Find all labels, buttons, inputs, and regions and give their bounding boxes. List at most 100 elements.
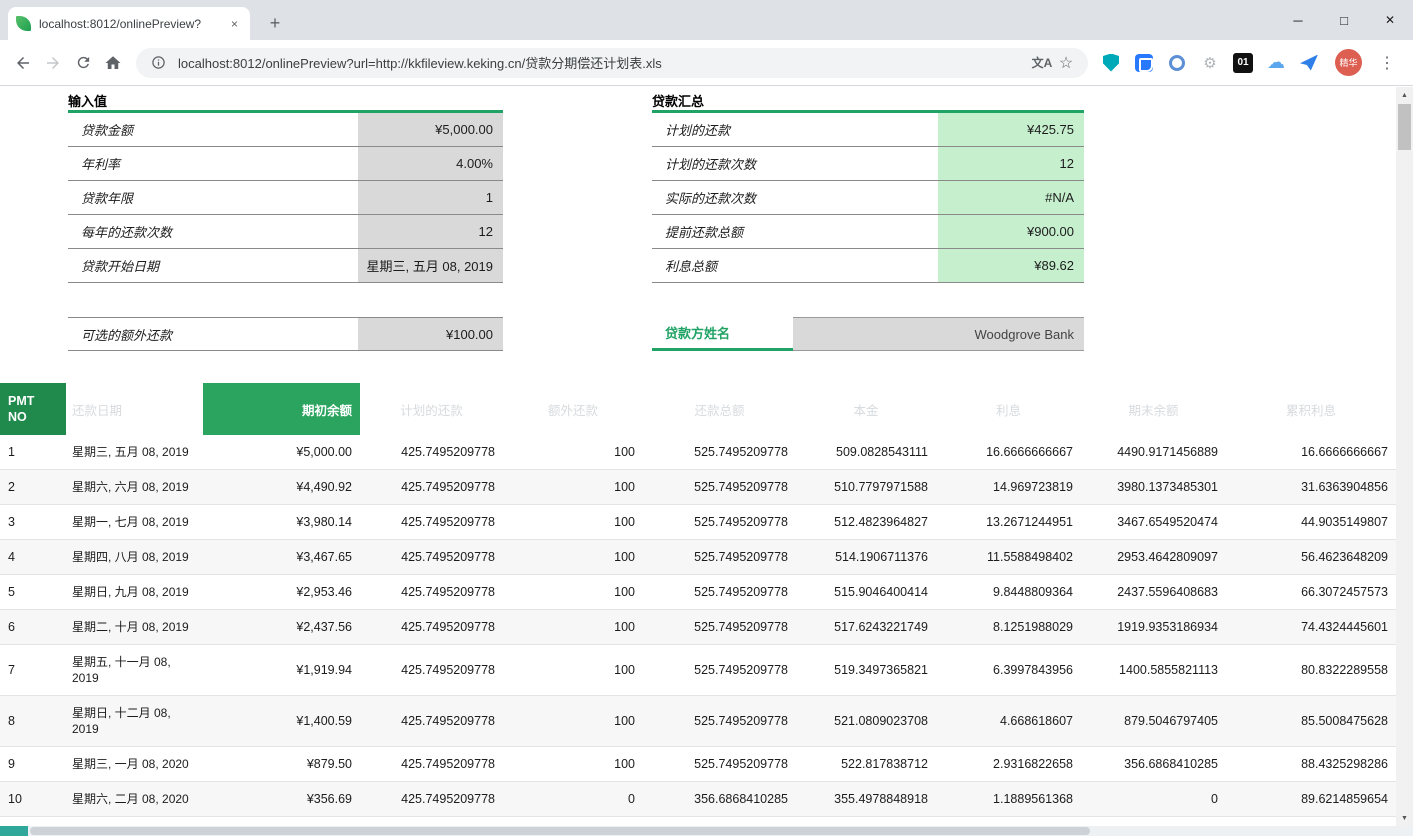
extra-payment-cell: 100 <box>503 663 643 677</box>
pmt-no-cell: 5 <box>0 585 66 599</box>
back-arrow-icon <box>14 54 32 72</box>
browser-tab[interactable]: localhost:8012/onlinePreview? × <box>8 7 250 40</box>
blue-square-extension-icon[interactable] <box>1133 52 1155 74</box>
pmt-no-cell: 6 <box>0 620 66 634</box>
input-row-payments-per-year: 每年的还款次数 12 <box>68 215 503 249</box>
scheduled-payment-cell: 425.7495209778 <box>360 585 503 599</box>
amortization-table: PMT NO 还款日期 期初余额 计划的还款 额外还款 还款总额 本金 利息 期… <box>0 383 1396 817</box>
close-button[interactable]: ✕ <box>1367 0 1413 40</box>
maximize-button[interactable]: □ <box>1321 0 1367 40</box>
new-tab-button[interactable]: + <box>262 10 288 36</box>
header-extra-payment: 额外还款 <box>503 383 643 435</box>
cloud-extension-icon[interactable]: ☁ <box>1265 52 1287 74</box>
scheduled-payment-cell: 425.7495209778 <box>360 620 503 634</box>
beginning-balance-cell: ¥2,437.56 <box>203 620 360 634</box>
table-row: 4 星期四, 八月 08, 2019 ¥3,467.65 425.7495209… <box>0 540 1396 575</box>
pmt-no-cell: 4 <box>0 550 66 564</box>
scheduled-payment-cell: 425.7495209778 <box>360 480 503 494</box>
interest-cell: 14.969723819 <box>936 480 1081 494</box>
payment-date-cell: 星期五, 十一月 08, 2019 <box>66 645 203 695</box>
extra-payment-cell: 100 <box>503 445 643 459</box>
pmt-no-cell: 9 <box>0 757 66 771</box>
gray-extension-icon[interactable]: ⚙ <box>1199 52 1221 74</box>
address-bar[interactable]: localhost:8012/onlinePreview?url=http://… <box>136 48 1088 78</box>
pmt-no-cell: 10 <box>0 792 66 806</box>
cumulative-interest-cell: 16.6666666667 <box>1226 445 1396 459</box>
tab-close-icon[interactable]: × <box>227 15 242 33</box>
ring-extension-icon[interactable] <box>1166 52 1188 74</box>
cumulative-interest-cell: 56.4623648209 <box>1226 550 1396 564</box>
cumulative-interest-cell: 85.5008475628 <box>1226 714 1396 728</box>
url-text[interactable]: localhost:8012/onlinePreview?url=http://… <box>178 53 1030 72</box>
principal-cell: 355.4978848918 <box>796 792 936 806</box>
vertical-scrollbar-thumb[interactable] <box>1398 104 1411 150</box>
extra-payment-cell: 100 <box>503 480 643 494</box>
principal-cell: 510.7797971588 <box>796 480 936 494</box>
header-total-payment: 还款总额 <box>643 383 796 435</box>
ending-balance-cell: 1919.9353186934 <box>1081 620 1226 634</box>
principal-cell: 515.9046400414 <box>796 585 936 599</box>
pmt-no-cell: 8 <box>0 714 66 728</box>
minimize-button[interactable]: ─ <box>1275 0 1321 40</box>
cumulative-interest-cell: 88.4325298286 <box>1226 757 1396 771</box>
total-payment-cell: 525.7495209778 <box>643 515 796 529</box>
interest-cell: 8.1251988029 <box>936 620 1081 634</box>
ending-balance-cell: 879.5046797405 <box>1081 714 1226 728</box>
payment-date-cell: 星期日, 九月 08, 2019 <box>66 575 203 609</box>
translate-icon[interactable]: 文A <box>1030 51 1054 75</box>
ending-balance-cell: 2953.4642809097 <box>1081 550 1226 564</box>
blue-bird-extension-icon[interactable] <box>1298 52 1320 74</box>
beginning-balance-cell: ¥3,467.65 <box>203 550 360 564</box>
loan-summary-section: 贷款汇总 计划的还款 ¥425.75 计划的还款次数 12 实际的还款次数 #N… <box>652 91 1084 351</box>
back-button[interactable] <box>8 48 38 78</box>
total-payment-cell: 525.7495209778 <box>643 714 796 728</box>
horizontal-scrollbar[interactable] <box>0 826 1413 836</box>
scheduled-payment-cell: 425.7495209778 <box>360 445 503 459</box>
beginning-balance-cell: ¥1,919.94 <box>203 663 360 677</box>
interest-cell: 16.6666666667 <box>936 445 1081 459</box>
profile-avatar[interactable]: 精华 <box>1335 49 1362 76</box>
principal-cell: 514.1906711376 <box>796 550 936 564</box>
page-info-icon[interactable] <box>146 51 170 75</box>
pmt-no-cell: 1 <box>0 445 66 459</box>
principal-cell: 519.3497365821 <box>796 663 936 677</box>
horizontal-scrollbar-thumb[interactable] <box>30 827 1090 835</box>
forward-button[interactable] <box>38 48 68 78</box>
input-row-annual-rate: 年利率 4.00% <box>68 147 503 181</box>
scheduled-payment-cell: 425.7495209778 <box>360 714 503 728</box>
beginning-balance-cell: ¥2,953.46 <box>203 585 360 599</box>
extra-payment-cell: 100 <box>503 585 643 599</box>
total-payment-cell: 525.7495209778 <box>643 663 796 677</box>
principal-cell: 522.817838712 <box>796 757 936 771</box>
total-payment-cell: 525.7495209778 <box>643 550 796 564</box>
beginning-balance-cell: ¥356.69 <box>203 792 360 806</box>
cumulative-interest-cell: 80.8322289558 <box>1226 663 1396 677</box>
vertical-scrollbar[interactable]: ▲ ▼ <box>1396 87 1413 826</box>
kkfileview-favicon-leaf-icon <box>16 16 31 31</box>
badge-01-extension-icon[interactable]: 01 <box>1232 52 1254 74</box>
pmt-no-cell: 7 <box>0 663 66 677</box>
total-payment-cell: 356.6868410285 <box>643 792 796 806</box>
amortization-table-body: 1 星期三, 五月 08, 2019 ¥5,000.00 425.7495209… <box>0 435 1396 817</box>
table-row: 5 星期日, 九月 08, 2019 ¥2,953.46 425.7495209… <box>0 575 1396 610</box>
summary-row-total-early-payment: 提前还款总额 ¥900.00 <box>652 215 1084 249</box>
beginning-balance-cell: ¥4,490.92 <box>203 480 360 494</box>
reload-button[interactable] <box>68 48 98 78</box>
table-row: 10 星期六, 二月 08, 2020 ¥356.69 425.74952097… <box>0 782 1396 817</box>
bookmark-star-icon[interactable]: ☆ <box>1054 51 1078 75</box>
total-payment-cell: 525.7495209778 <box>643 445 796 459</box>
ending-balance-cell: 1400.5855821113 <box>1081 663 1226 677</box>
browser-menu-icon[interactable]: ⋮ <box>1375 53 1399 73</box>
ending-balance-cell: 2437.5596408683 <box>1081 585 1226 599</box>
interest-cell: 11.5588498402 <box>936 550 1081 564</box>
lender-name-row: 贷款方姓名 Woodgrove Bank <box>652 317 1084 351</box>
interest-cell: 4.668618607 <box>936 714 1081 728</box>
ending-balance-cell: 356.6868410285 <box>1081 757 1226 771</box>
home-button[interactable] <box>98 48 128 78</box>
scroll-down-arrow-icon[interactable]: ▼ <box>1396 810 1413 826</box>
table-row: 1 星期三, 五月 08, 2019 ¥5,000.00 425.7495209… <box>0 435 1396 470</box>
shield-extension-icon[interactable] <box>1100 52 1122 74</box>
header-principal: 本金 <box>796 383 936 435</box>
payment-date-cell: 星期二, 十月 08, 2019 <box>66 610 203 644</box>
scroll-up-arrow-icon[interactable]: ▲ <box>1396 87 1413 103</box>
